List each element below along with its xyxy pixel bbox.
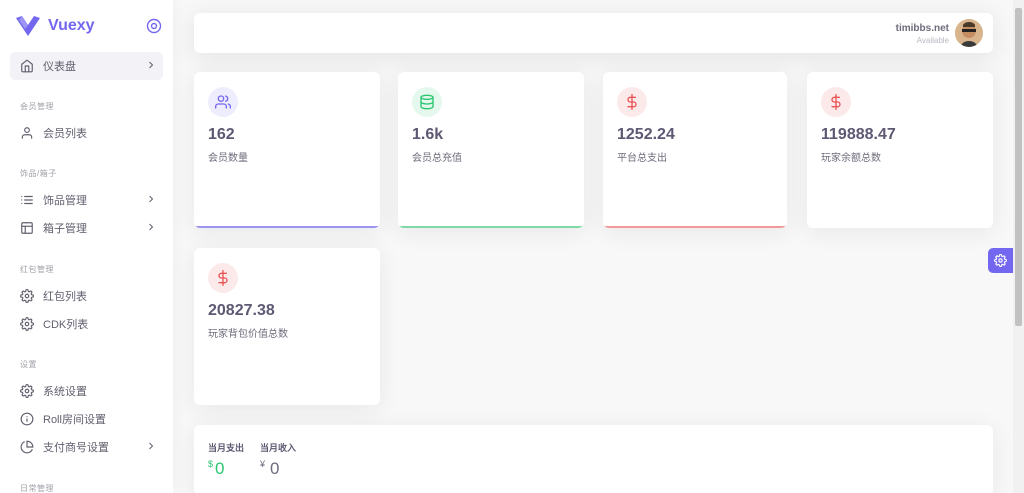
list-icon: [21, 195, 33, 205]
stat-label: 平台总支出: [617, 153, 667, 164]
stat-card-members: 162 会员数量: [194, 72, 380, 228]
sidebar-item-cdk-list[interactable]: CDK列表: [10, 310, 163, 338]
stat-icon-wrap: [821, 87, 851, 117]
customizer-button[interactable]: [988, 248, 1013, 273]
stat-accent-line: [194, 226, 380, 228]
avatar[interactable]: [955, 19, 983, 47]
monthly-income-title: 当月收入: [260, 443, 297, 453]
sidebar-item-label: Roll房间设置: [43, 414, 106, 426]
stat-value: 1252.24: [617, 126, 675, 143]
sidebar-item-dashboard[interactable]: 仪表盘: [10, 52, 163, 80]
stat-label: 会员数量: [208, 153, 248, 164]
info-icon: [20, 412, 34, 426]
section-header-settings: 设置: [20, 360, 37, 369]
vuexy-logo-icon: [16, 16, 40, 36]
monthly-income-value: 0: [270, 459, 280, 478]
monthly-expense-title: 当月支出: [208, 443, 245, 453]
section-header-members: 会员管理: [20, 102, 54, 111]
brand-name: Vuexy: [48, 17, 95, 34]
chevron-right-icon: [149, 195, 154, 203]
sidebar-item-system-settings[interactable]: 系统设置: [10, 377, 163, 405]
dollar-icon: [627, 94, 637, 110]
sidebar-item-roll-settings[interactable]: Roll房间设置: [10, 405, 163, 433]
stat-label: 玩家背包价值总数: [208, 329, 288, 340]
stat-accent-line: [398, 226, 584, 228]
settings-icon: [20, 384, 34, 398]
sidebar-item-label: 红包列表: [43, 291, 87, 303]
section-header-daily: 日常管理: [20, 484, 54, 493]
sidebar-item-label: 会员列表: [43, 128, 87, 140]
stat-label: 会员总充值: [412, 153, 462, 164]
stat-label: 玩家余额总数: [821, 153, 881, 164]
chevron-right-icon: [149, 442, 154, 450]
stat-card-balance: 119888.47 玩家余额总数: [807, 72, 993, 228]
stat-value: 1.6k: [412, 126, 444, 143]
sidebar-item-item-manage[interactable]: 饰品管理: [10, 186, 163, 214]
sidebar-item-box-manage[interactable]: 箱子管理: [10, 214, 163, 242]
top-navbar: timibbs.net Available: [194, 13, 993, 53]
sidebar-item-label: 仪表盘: [43, 61, 76, 73]
stat-value: 119888.47: [821, 126, 896, 143]
monthly-expense-value: 0: [215, 459, 225, 478]
section-header-items: 饰品/箱子: [20, 169, 57, 178]
sidebar-item-label: 饰品管理: [43, 195, 87, 207]
dollar-icon: [218, 270, 228, 286]
brand[interactable]: Vuexy: [16, 14, 166, 38]
user-status: Available: [916, 36, 949, 45]
pie-chart-icon: [20, 440, 34, 454]
settings-icon: [20, 289, 34, 303]
stat-icon-wrap: [208, 87, 238, 117]
chevron-right-icon: [149, 223, 154, 231]
user-name[interactable]: timibbs.net: [896, 23, 949, 34]
gear-icon: [994, 254, 1007, 267]
user-icon: [21, 127, 33, 139]
database-icon: [420, 94, 434, 110]
sidebar-item-label: 支付商号设置: [43, 442, 109, 454]
scrollbar-thumb[interactable]: [1015, 8, 1022, 326]
monthly-income-currency: ¥: [260, 459, 266, 469]
stat-value: 162: [208, 126, 235, 143]
sidebar-item-label: 箱子管理: [43, 223, 87, 235]
sidebar-item-label: CDK列表: [43, 319, 89, 331]
sidebar-item-payment-settings[interactable]: 支付商号设置: [10, 433, 163, 461]
home-icon: [21, 59, 33, 73]
stat-icon-wrap: [617, 87, 647, 117]
stat-card-recharge: 1.6k 会员总充值: [398, 72, 584, 228]
dollar-icon: [831, 94, 841, 110]
sidebar-item-label: 系统设置: [43, 386, 87, 398]
layout-icon: [21, 222, 33, 234]
sidebar-toggle-icon[interactable]: [146, 18, 162, 34]
stat-accent-line: [603, 226, 787, 228]
section-header-redpacket: 红包管理: [20, 265, 54, 274]
settings-icon: [20, 317, 34, 331]
stat-card-backpack: 20827.38 玩家背包价值总数: [194, 248, 380, 405]
monthly-expense-currency: $: [208, 459, 214, 469]
monthly-card: 当月支出 $ 0 当月收入 ¥ 0: [194, 425, 993, 493]
users-icon: [215, 95, 231, 109]
stat-icon-wrap: [208, 263, 238, 293]
stat-icon-wrap: [412, 87, 442, 117]
stat-value: 20827.38: [208, 302, 275, 319]
stat-card-expense: 1252.24 平台总支出: [603, 72, 787, 228]
sidebar-item-member-list[interactable]: 会员列表: [10, 119, 163, 147]
sidebar-item-redpacket-list[interactable]: 红包列表: [10, 282, 163, 310]
chevron-right-icon: [149, 61, 154, 69]
avatar-image-icon: [955, 19, 983, 47]
sidebar: Vuexy 仪表盘 会员管理 会员列表 饰品/箱子 饰品管理 箱子管理 红包管理…: [0, 0, 173, 493]
